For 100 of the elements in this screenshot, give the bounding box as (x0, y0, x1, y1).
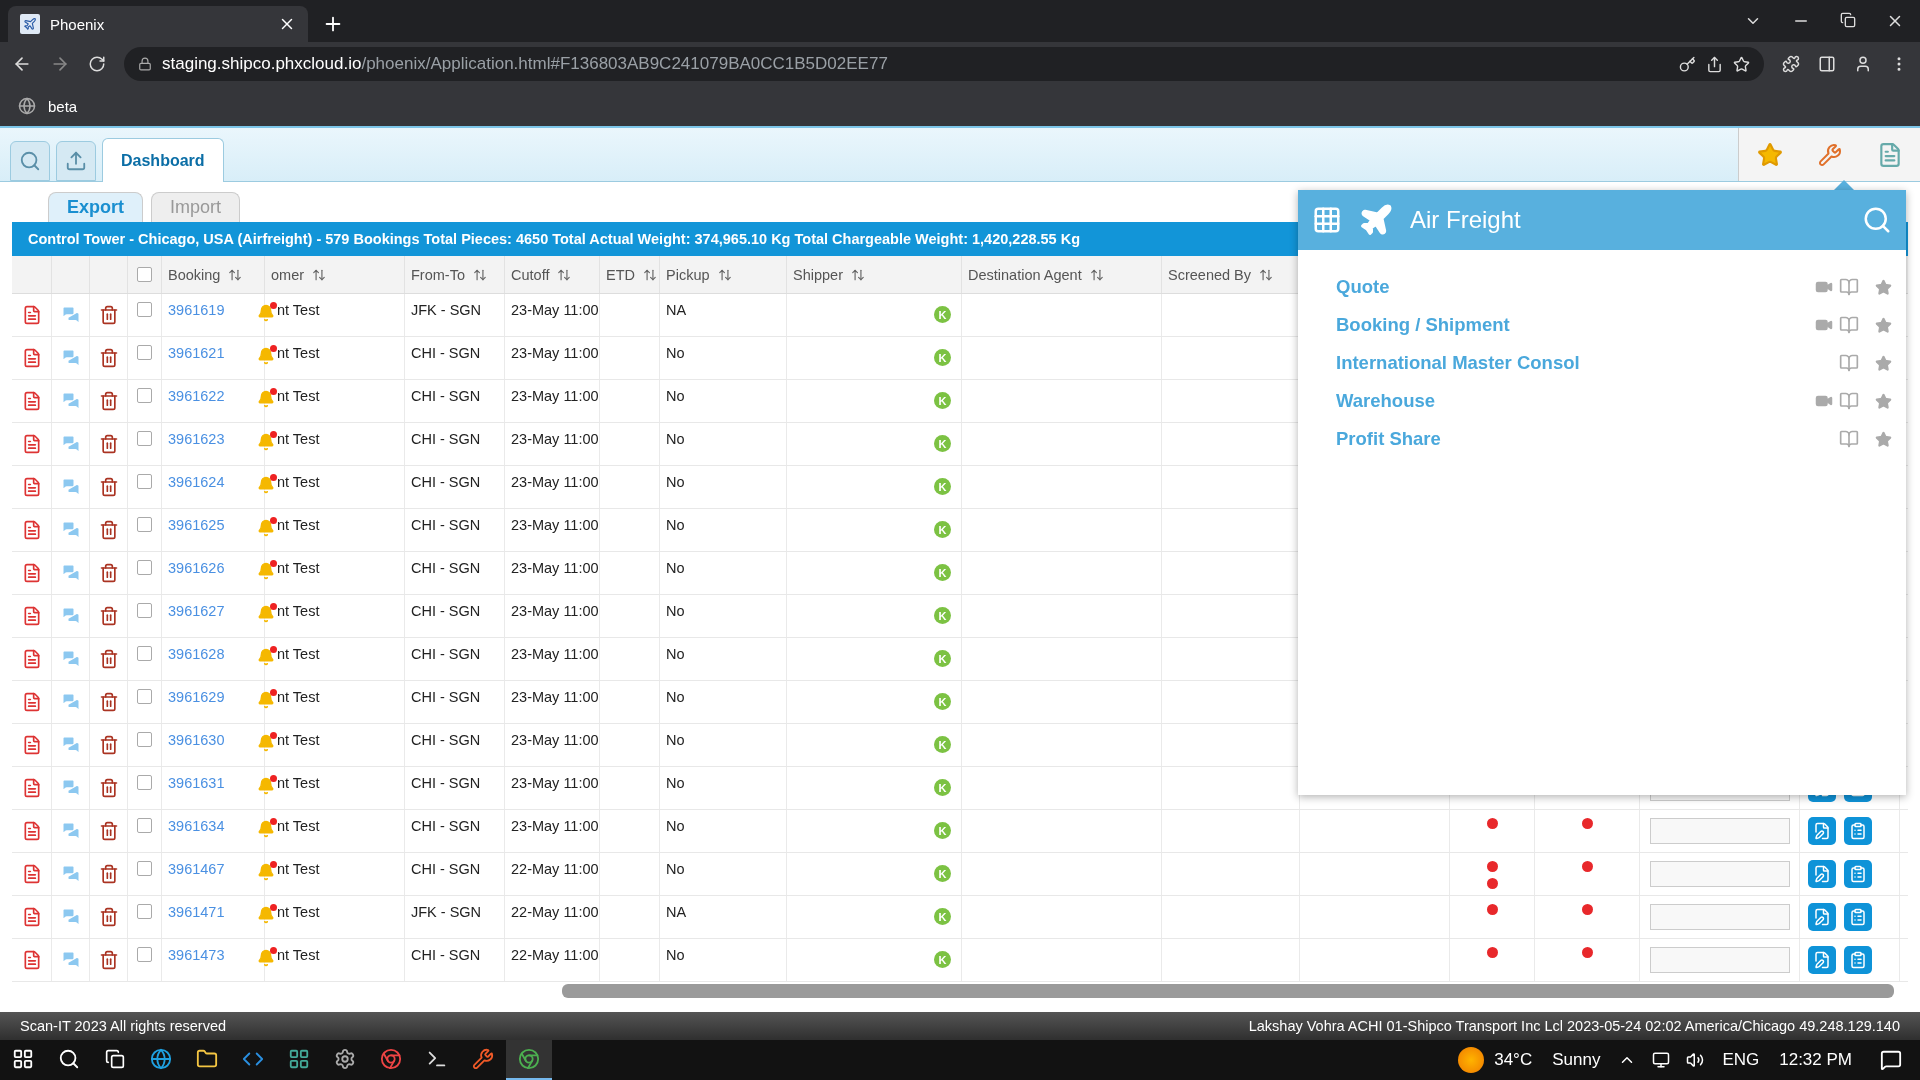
bell-icon[interactable] (257, 476, 275, 494)
note-field[interactable] (1650, 818, 1790, 844)
row-checkbox[interactable] (137, 431, 152, 446)
volume-icon[interactable] (1686, 1051, 1705, 1069)
row-checkbox[interactable] (137, 947, 152, 962)
booking-link[interactable]: 3961626 (168, 560, 225, 576)
bell-icon[interactable] (257, 820, 275, 838)
trash-icon[interactable] (98, 778, 119, 798)
note-field[interactable] (1650, 904, 1790, 930)
booking-link[interactable]: 3961628 (168, 646, 225, 662)
column-header[interactable]: Destination Agent (968, 266, 1082, 283)
trash-icon[interactable] (98, 735, 119, 755)
trash-icon[interactable] (98, 864, 119, 884)
row-checkbox[interactable] (137, 474, 152, 489)
sort-icon[interactable] (312, 267, 327, 282)
booking-link[interactable]: 3961631 (168, 775, 225, 791)
share-icon[interactable] (1706, 55, 1723, 73)
bell-icon[interactable] (257, 347, 275, 365)
menu-link[interactable]: International Master Consol (1336, 352, 1580, 374)
row-checkbox[interactable] (137, 818, 152, 833)
trash-icon[interactable] (98, 950, 119, 970)
menu-link[interactable]: Booking / Shipment (1336, 314, 1510, 336)
trash-icon[interactable] (98, 348, 119, 368)
star-icon[interactable] (1875, 430, 1892, 448)
column-header[interactable]: Cutoff (511, 266, 550, 283)
sort-icon[interactable] (1089, 267, 1104, 282)
menu-link[interactable]: Profit Share (1336, 428, 1441, 450)
clock[interactable]: 12:32 PM (1779, 1050, 1852, 1070)
trash-icon[interactable] (98, 907, 119, 927)
row-checkbox[interactable] (137, 732, 152, 747)
trash-icon[interactable] (98, 391, 119, 411)
language-indicator[interactable]: ENG (1722, 1050, 1760, 1070)
list-button[interactable] (1844, 860, 1872, 888)
row-checkbox[interactable] (137, 603, 152, 618)
bell-icon[interactable] (257, 777, 275, 795)
booking-link[interactable]: 3961621 (168, 345, 225, 361)
list-button[interactable] (1844, 946, 1872, 974)
side-panel-icon[interactable] (1818, 55, 1836, 73)
favorites-star-icon[interactable] (1756, 141, 1783, 168)
star-icon[interactable] (1875, 278, 1892, 296)
book-icon[interactable] (1839, 353, 1859, 373)
taskbar-app-button[interactable] (506, 1040, 552, 1080)
bell-icon[interactable] (257, 906, 275, 924)
booking-link[interactable]: 3961634 (168, 818, 225, 834)
list-button[interactable] (1844, 903, 1872, 931)
star-icon[interactable] (1875, 316, 1892, 334)
column-header[interactable]: Screened By (1168, 266, 1252, 283)
edit-button[interactable] (1808, 946, 1836, 974)
bell-icon[interactable] (257, 863, 275, 881)
bell-icon[interactable] (257, 304, 275, 322)
trash-icon[interactable] (98, 305, 119, 325)
upload-button[interactable] (56, 141, 96, 181)
booking-link[interactable]: 3961622 (168, 388, 225, 404)
bell-icon[interactable] (257, 390, 275, 408)
weather-text[interactable]: Sunny (1552, 1050, 1601, 1070)
menu-link[interactable]: Quote (1336, 276, 1390, 298)
bell-icon[interactable] (257, 734, 275, 752)
scrollbar[interactable] (562, 984, 1894, 998)
booking-link[interactable]: 3961471 (168, 904, 225, 920)
bell-icon[interactable] (257, 648, 275, 666)
edit-button[interactable] (1808, 903, 1836, 931)
dashboard-tab[interactable]: Dashboard (102, 138, 224, 182)
sort-icon[interactable] (1259, 267, 1274, 282)
booking-link[interactable]: 3961630 (168, 732, 225, 748)
booking-link[interactable]: 3961623 (168, 431, 225, 447)
bookmark-link[interactable]: beta (48, 97, 78, 115)
profile-icon[interactable] (1854, 55, 1872, 73)
trash-icon[interactable] (98, 692, 119, 712)
note-field[interactable] (1650, 861, 1790, 887)
row-checkbox[interactable] (137, 904, 152, 919)
booking-link[interactable]: 3961624 (168, 474, 225, 490)
booking-link[interactable]: 3961625 (168, 517, 225, 533)
bookmark-star-icon[interactable] (1733, 55, 1750, 73)
address-field[interactable]: staging.shipco.phxcloud.io/phoenix/Application.html#F136803AB9C241079BA0CC1B5D02EE77 (124, 47, 1764, 81)
bell-icon[interactable] (257, 562, 275, 580)
book-icon[interactable] (1839, 391, 1859, 411)
row-checkbox[interactable] (137, 861, 152, 876)
select-all-checkbox[interactable] (137, 267, 152, 282)
bell-icon[interactable] (257, 433, 275, 451)
star-icon[interactable] (1875, 392, 1892, 410)
trash-icon[interactable] (98, 477, 119, 497)
bell-icon[interactable] (257, 605, 275, 623)
weather-icon[interactable] (1458, 1047, 1485, 1073)
booking-link[interactable]: 3961473 (168, 947, 225, 963)
search-icon[interactable] (1862, 205, 1892, 235)
sort-icon[interactable] (473, 267, 487, 282)
book-icon[interactable] (1839, 277, 1859, 297)
column-header[interactable]: omer (271, 266, 305, 283)
column-header[interactable]: Booking (168, 266, 221, 283)
trash-icon[interactable] (98, 821, 119, 841)
row-checkbox[interactable] (137, 388, 152, 403)
row-checkbox[interactable] (137, 646, 152, 661)
row-checkbox[interactable] (137, 517, 152, 532)
row-checkbox[interactable] (137, 689, 152, 704)
sort-icon[interactable] (557, 267, 572, 282)
list-button[interactable] (1844, 817, 1872, 845)
reload-icon[interactable] (88, 55, 106, 73)
trash-icon[interactable] (98, 606, 119, 626)
book-icon[interactable] (1839, 429, 1859, 449)
edit-button[interactable] (1808, 860, 1836, 888)
